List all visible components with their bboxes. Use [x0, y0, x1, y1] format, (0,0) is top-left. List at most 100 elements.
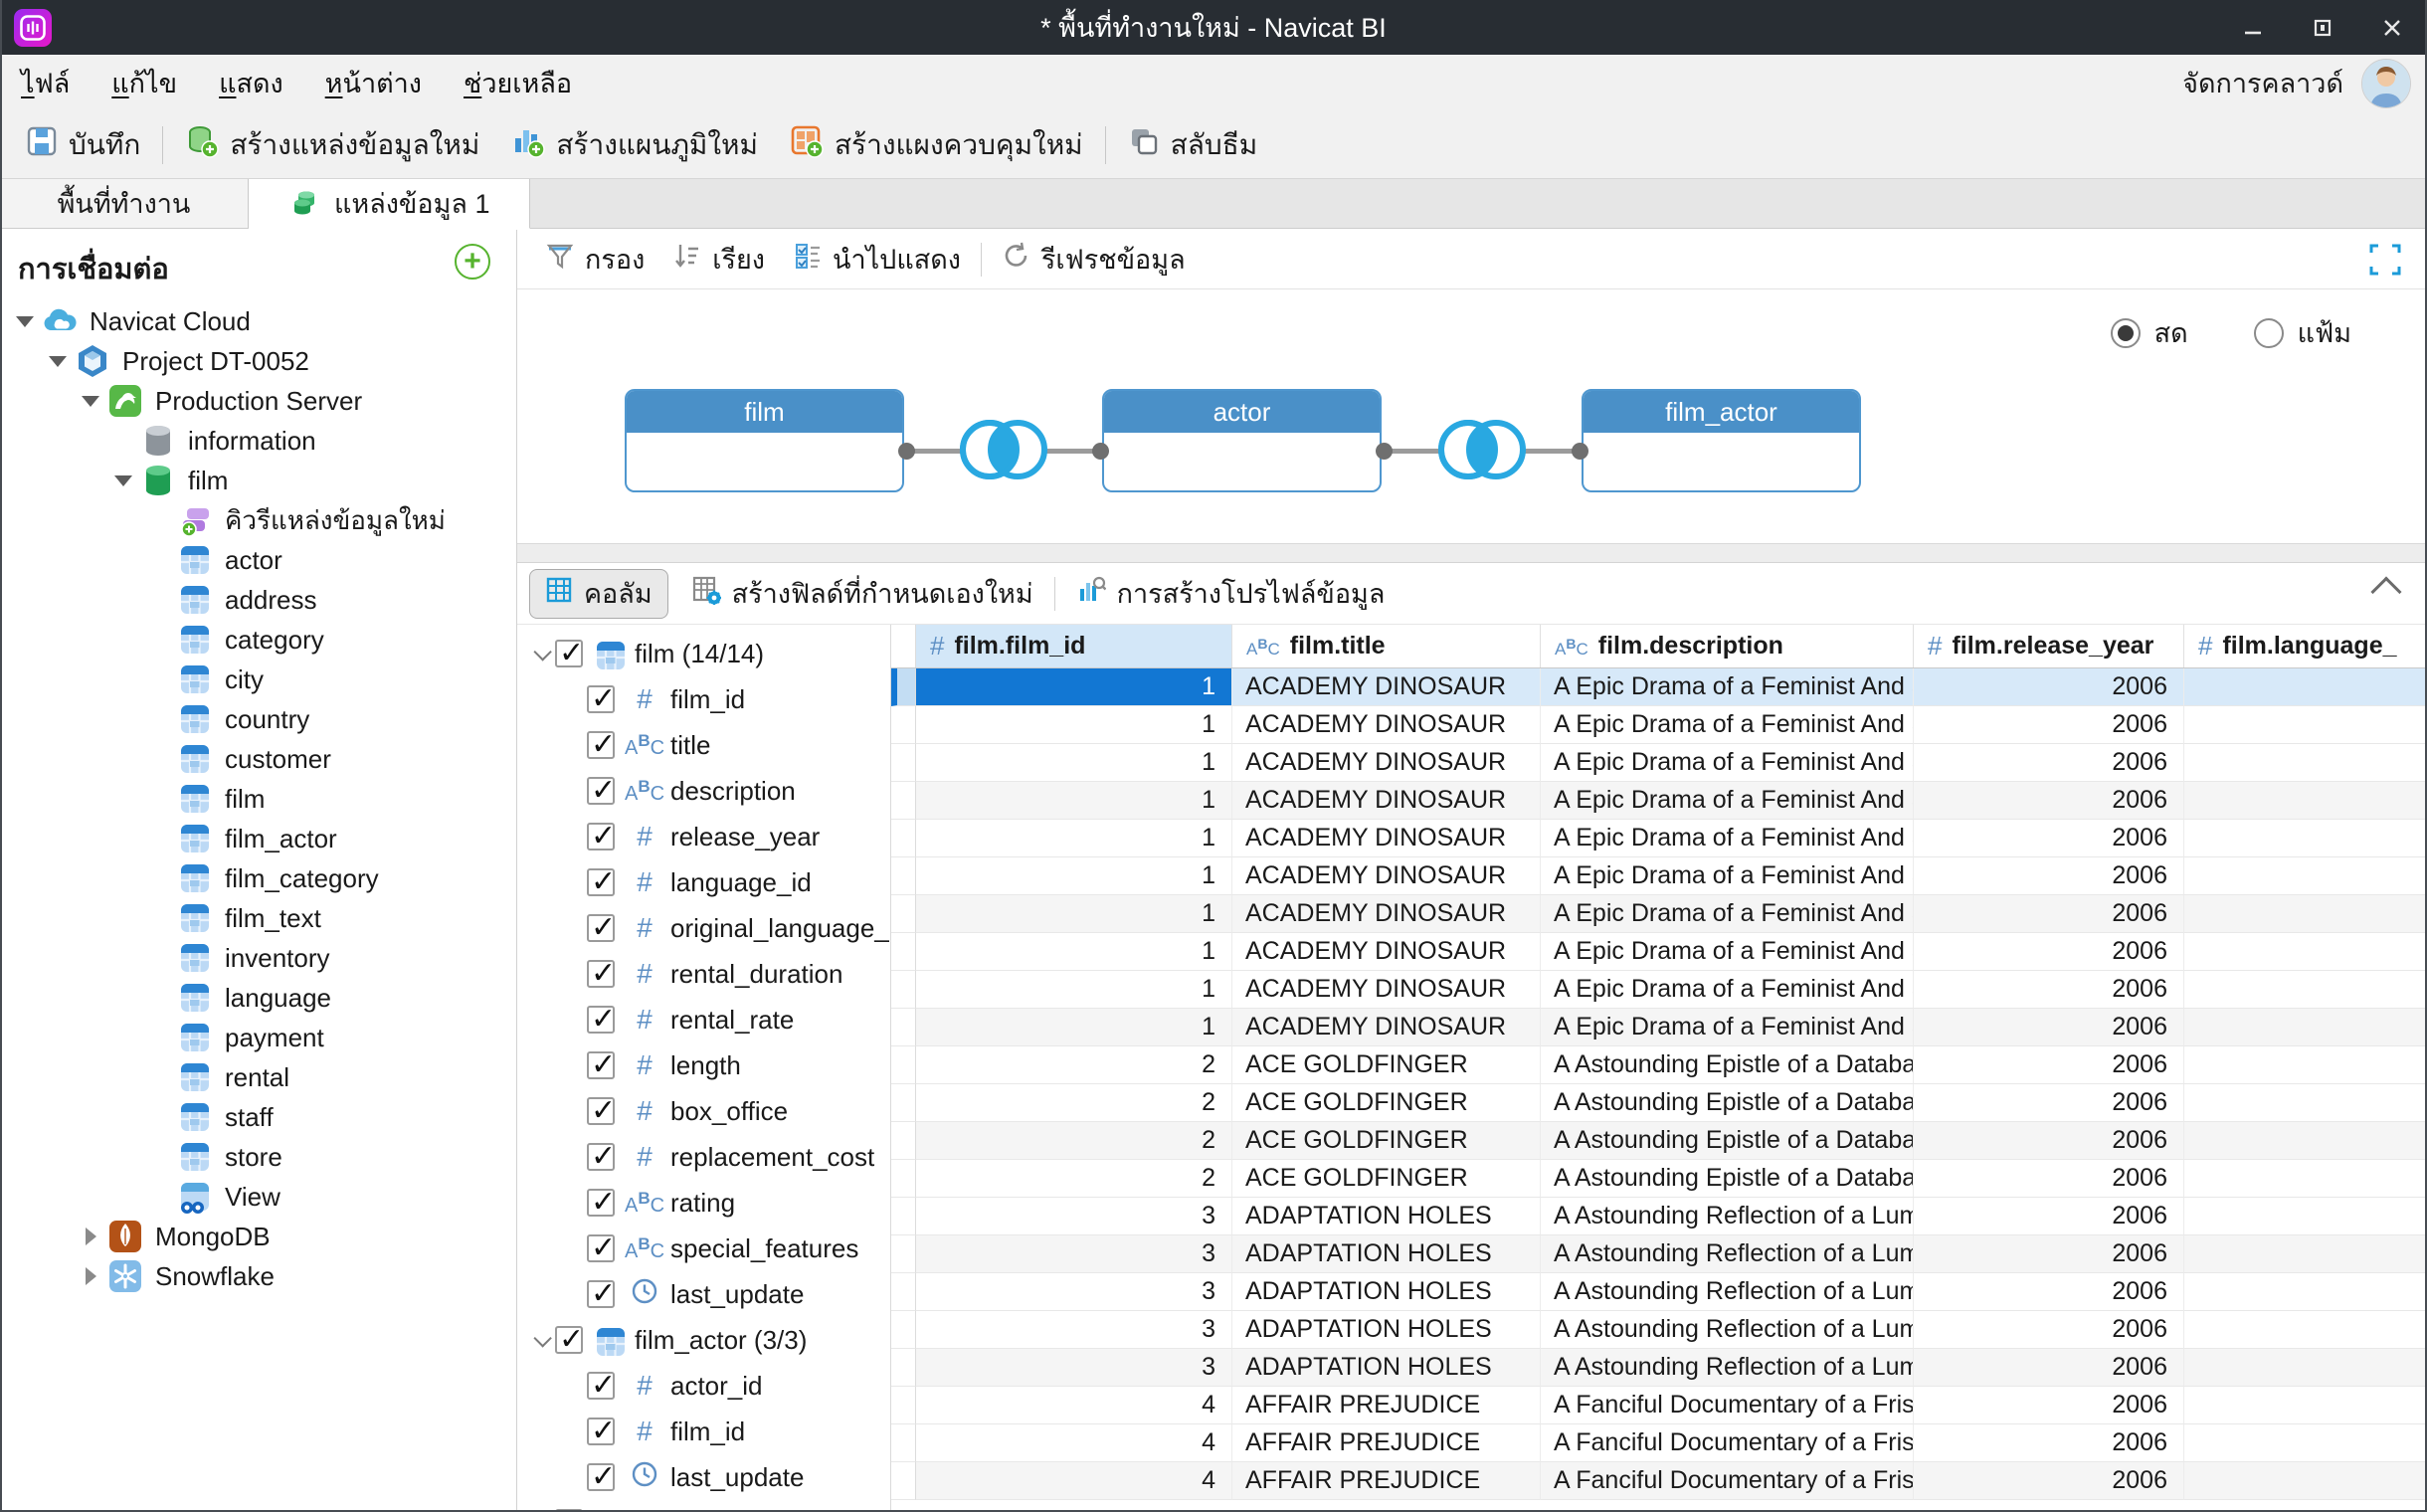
grid-cell[interactable]: A Astounding Reflection of a Lum	[1541, 1349, 1914, 1387]
tree-item-film[interactable]: film	[0, 779, 516, 819]
grid-cell[interactable]: A Epic Drama of a Feminist And a	[1541, 1009, 1914, 1046]
tree-item-navicat-cloud[interactable]: Navicat Cloud	[0, 301, 516, 341]
grid-cell[interactable]: 4	[916, 1424, 1232, 1462]
field-checkbox[interactable]	[587, 777, 615, 805]
grid-cell[interactable]	[2184, 1311, 2427, 1349]
add-connection-button[interactable]: +	[455, 244, 490, 280]
field-item-release_year[interactable]: #release_year	[517, 814, 890, 859]
field-item-last_update[interactable]: last_update	[517, 1271, 890, 1317]
grid-row[interactable]: 2ACE GOLDFINGERA Astounding Epistle of a…	[891, 1046, 2427, 1084]
grid-cell[interactable]	[2184, 857, 2427, 895]
tree-item-inventory[interactable]: inventory	[0, 938, 516, 978]
field-item-rental_duration[interactable]: #rental_duration	[517, 951, 890, 997]
field-item-film_id[interactable]: #film_id	[517, 1409, 890, 1454]
mode-live-radio[interactable]: สด	[2111, 311, 2188, 354]
grid-cell[interactable]: A Epic Drama of a Feminist And a	[1541, 857, 1914, 895]
row-selector-gutter[interactable]	[891, 933, 916, 971]
join-icon[interactable]	[952, 411, 1055, 493]
grid-cell[interactable]: ACADEMY DINOSAUR	[1232, 706, 1541, 744]
grid-row[interactable]: 3ADAPTATION HOLESA Astounding Reflection…	[891, 1311, 2427, 1349]
grid-cell[interactable]	[2184, 1160, 2427, 1198]
grid-cell[interactable]	[2184, 1122, 2427, 1160]
grid-row[interactable]: 2ACE GOLDFINGERA Astounding Epistle of a…	[891, 1160, 2427, 1198]
field-checkbox[interactable]	[587, 868, 615, 896]
sort-button[interactable]: เรียง	[658, 236, 779, 284]
field-item-special_features[interactable]: ABCspecial_features	[517, 1226, 890, 1271]
filter-button[interactable]: กรอง	[531, 236, 658, 284]
entity-film_actor[interactable]: film_actor	[1582, 389, 1861, 492]
field-checkbox[interactable]	[587, 1006, 615, 1034]
grid-cell[interactable]: 2006	[1914, 1387, 2184, 1424]
tree-item-snowflake[interactable]: Snowflake	[0, 1256, 516, 1296]
field-checkbox[interactable]	[587, 960, 615, 988]
tab-workspace[interactable]: พื้นที่ทำงาน	[0, 179, 249, 228]
grid-cell[interactable]	[2184, 1462, 2427, 1500]
grid-cell[interactable]: 4	[916, 1387, 1232, 1424]
grid-cell[interactable]: 2006	[1914, 1235, 2184, 1273]
field-checkbox[interactable]	[587, 1143, 615, 1171]
grid-cell[interactable]: AFFAIR PREJUDICE	[1232, 1462, 1541, 1500]
chevron-right-icon[interactable]	[78, 1228, 103, 1245]
grid-cell[interactable]: 2006	[1914, 1160, 2184, 1198]
grid-cell[interactable]: 1	[916, 782, 1232, 820]
tree-item--[interactable]: คิวรีแหล่งข้อมูลใหม่	[0, 500, 516, 540]
row-selector-gutter[interactable]	[891, 895, 916, 933]
save-button[interactable]: บันทึก	[10, 117, 156, 173]
grid-cell[interactable]: ADAPTATION HOLES	[1232, 1198, 1541, 1235]
row-selector-gutter[interactable]	[891, 1349, 916, 1387]
grid-cell[interactable]	[2184, 744, 2427, 782]
chevron-down-icon[interactable]	[12, 316, 38, 327]
grid-cell[interactable]: 1	[916, 820, 1232, 857]
grid-cell[interactable]: A Astounding Reflection of a Lum	[1541, 1273, 1914, 1311]
tree-item-language[interactable]: language	[0, 978, 516, 1018]
row-selector-gutter[interactable]	[891, 744, 916, 782]
grid-cell[interactable]	[2184, 1235, 2427, 1273]
join-icon[interactable]	[1430, 411, 1534, 493]
grid-cell[interactable]: 1	[916, 1009, 1232, 1046]
chevron-down-icon[interactable]	[525, 648, 555, 661]
grid-cell[interactable]: 4	[916, 1462, 1232, 1500]
field-item-film_id[interactable]: #film_id	[517, 676, 890, 722]
group-checkbox[interactable]	[555, 640, 583, 667]
grid-cell[interactable]	[2184, 706, 2427, 744]
grid-row[interactable]: 2ACE GOLDFINGERA Astounding Epistle of a…	[891, 1084, 2427, 1122]
grid-cell[interactable]: 3	[916, 1349, 1232, 1387]
field-checkbox[interactable]	[587, 1418, 615, 1445]
chevron-down-icon[interactable]	[525, 1334, 555, 1347]
tree-item-customer[interactable]: customer	[0, 739, 516, 779]
row-selector-gutter[interactable]	[891, 971, 916, 1009]
minimize-button[interactable]	[2218, 0, 2288, 55]
maximize-button[interactable]	[2288, 0, 2357, 55]
grid-header-film-title[interactable]: ABCfilm.title	[1232, 625, 1541, 667]
grid-cell[interactable]: ACADEMY DINOSAUR	[1232, 1009, 1541, 1046]
grid-cell[interactable]: 2006	[1914, 1424, 2184, 1462]
tree-item-film_text[interactable]: film_text	[0, 898, 516, 938]
grid-row[interactable]: 2ACE GOLDFINGERA Astounding Epistle of a…	[891, 1122, 2427, 1160]
field-item-replacement_cost[interactable]: #replacement_cost	[517, 1134, 890, 1180]
grid-row[interactable]: 1ACADEMY DINOSAURA Epic Drama of a Femin…	[891, 895, 2427, 933]
grid-cell[interactable]: A Astounding Reflection of a Lum	[1541, 1235, 1914, 1273]
grid-row[interactable]: 1ACADEMY DINOSAURA Epic Drama of a Femin…	[891, 971, 2427, 1009]
field-item-length[interactable]: #length	[517, 1042, 890, 1088]
tree-item-production-server[interactable]: Production Server	[0, 381, 516, 421]
row-selector-gutter[interactable]	[891, 1084, 916, 1122]
tree-item-film_actor[interactable]: film_actor	[0, 819, 516, 858]
field-item-rating[interactable]: ABCrating	[517, 1180, 890, 1226]
row-selector-gutter[interactable]	[891, 1387, 916, 1424]
tree-item-country[interactable]: country	[0, 699, 516, 739]
field-item-description[interactable]: ABCdescription	[517, 768, 890, 814]
grid-cell[interactable]: A Epic Drama of a Feminist And a	[1541, 820, 1914, 857]
field-checkbox[interactable]	[587, 823, 615, 850]
row-selector-gutter[interactable]	[891, 706, 916, 744]
field-group-film_actor[interactable]: film_actor (3/3)	[517, 1317, 890, 1363]
field-item-original_language_i[interactable]: #original_language_i	[517, 905, 890, 951]
tree-item-rental[interactable]: rental	[0, 1057, 516, 1097]
grid-cell[interactable]: ACADEMY DINOSAUR	[1232, 744, 1541, 782]
tree-item-city[interactable]: city	[0, 660, 516, 699]
grid-header-film-release_year[interactable]: #film.release_year	[1914, 625, 2184, 667]
grid-cell[interactable]	[2184, 1009, 2427, 1046]
grid-row[interactable]: 1ACADEMY DINOSAURA Epic Drama of a Femin…	[891, 1009, 2427, 1046]
chevron-down-icon[interactable]	[78, 396, 103, 407]
grid-cell[interactable]: 2006	[1914, 971, 2184, 1009]
field-checkbox[interactable]	[587, 1372, 615, 1400]
